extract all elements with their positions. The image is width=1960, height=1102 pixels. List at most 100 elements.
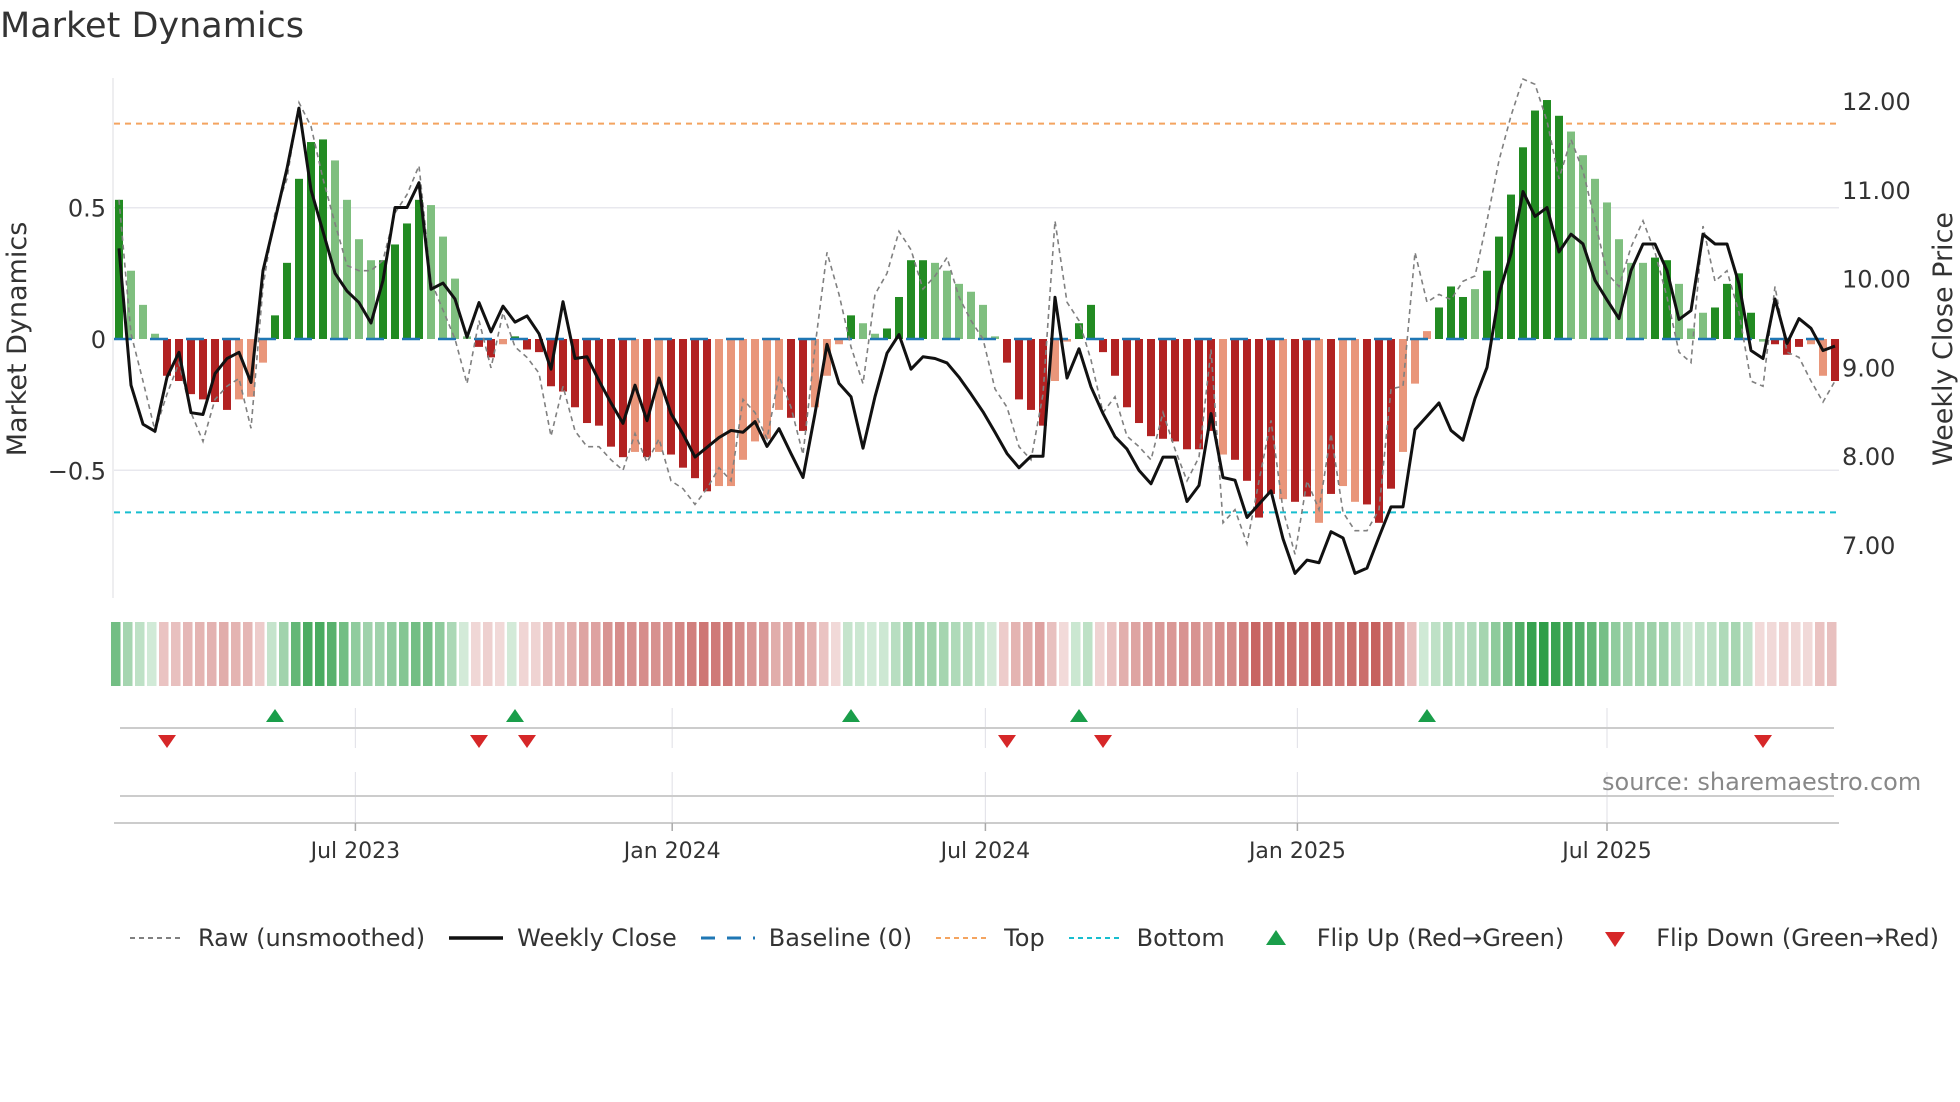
dynamics-bar xyxy=(799,339,807,431)
dynamics-bar xyxy=(1015,339,1023,400)
dynamics-bar xyxy=(523,339,531,350)
dynamics-bar xyxy=(139,304,147,339)
strip-cell xyxy=(327,622,337,686)
strip-cell xyxy=(1251,622,1261,686)
strip-cell xyxy=(819,622,829,686)
legend-swatch-raw-icon xyxy=(128,927,186,949)
strip-cell xyxy=(795,622,805,686)
strip-cell xyxy=(1131,622,1141,686)
strip-cell xyxy=(1503,622,1513,686)
strip-cell xyxy=(495,622,505,686)
dynamics-bar xyxy=(1339,339,1347,487)
strip-cell xyxy=(1491,622,1501,686)
strip-cell xyxy=(687,622,697,686)
strip-cell xyxy=(1539,622,1549,686)
strip-cell xyxy=(591,622,601,686)
strip-cell xyxy=(1119,622,1129,686)
dynamics-bar xyxy=(1363,339,1371,505)
strip-cell xyxy=(1059,622,1069,686)
dynamics-bar xyxy=(1303,339,1311,497)
dynamics-bar xyxy=(1699,312,1707,339)
dynamics-bar xyxy=(1795,339,1803,347)
y-axis-label: Market Dynamics xyxy=(2,222,33,457)
strip-cell xyxy=(1695,622,1705,686)
legend-swatch-baseline-icon xyxy=(699,927,757,949)
dynamics-bar xyxy=(367,260,375,339)
dynamics-bar xyxy=(1159,339,1167,439)
dynamics-bar xyxy=(1123,339,1131,408)
dynamics-bar xyxy=(1243,339,1251,481)
dynamics-bar xyxy=(355,239,363,339)
dynamics-bar xyxy=(403,223,411,339)
strip-cell xyxy=(1671,622,1681,686)
legend-label: Top xyxy=(1004,924,1045,952)
dynamics-bar xyxy=(1099,339,1107,353)
dynamics-bar xyxy=(955,283,963,339)
strip-cell xyxy=(1791,622,1801,686)
strip-cell xyxy=(975,622,985,686)
strip-cell xyxy=(1083,622,1093,686)
strip-cell xyxy=(567,622,577,686)
dynamics-bar xyxy=(1183,339,1191,450)
dynamics-bar xyxy=(1279,339,1287,500)
dynamics-bar xyxy=(499,339,507,345)
strip-cell xyxy=(807,622,817,686)
strip-cell xyxy=(315,622,325,686)
strip-cell xyxy=(855,622,865,686)
strip-cell xyxy=(159,622,169,686)
strip-cell xyxy=(615,622,625,686)
dynamics-bar xyxy=(1471,289,1479,339)
strip-cell xyxy=(627,622,637,686)
strip-cell xyxy=(903,622,913,686)
dynamics-bar xyxy=(931,262,939,339)
dynamics-bar xyxy=(1147,339,1155,437)
strip-cell xyxy=(1611,622,1621,686)
strip-cell xyxy=(1011,622,1021,686)
strip-cell xyxy=(1779,622,1789,686)
dynamics-bar xyxy=(223,339,231,410)
legend-item-flip-down: Flip Down (Green→Red) xyxy=(1586,924,1939,952)
dynamics-bar xyxy=(715,339,723,487)
strip-cell xyxy=(1383,622,1393,686)
strip-cell xyxy=(555,622,565,686)
strip-cell xyxy=(759,622,769,686)
dynamics-bar xyxy=(559,339,567,392)
strip-cell xyxy=(507,622,517,686)
flip-up-marker xyxy=(842,709,860,722)
dynamics-bar xyxy=(919,260,927,339)
strip-cell xyxy=(1827,622,1837,686)
dynamics-bar xyxy=(1027,339,1035,410)
strip-cell xyxy=(1563,622,1573,686)
strip-cell xyxy=(1287,622,1297,686)
flip-down-marker xyxy=(470,735,488,748)
y2-tick-label: 10.00 xyxy=(1842,266,1911,294)
strip-cell xyxy=(531,622,541,686)
dynamics-bar xyxy=(1519,147,1527,339)
strip-cell xyxy=(243,622,253,686)
legend-item-raw: Raw (unsmoothed) xyxy=(128,924,425,952)
dynamics-bar xyxy=(199,339,207,400)
dynamics-bar xyxy=(1723,283,1731,339)
strip-cell xyxy=(1347,622,1357,686)
strip-cell xyxy=(711,622,721,686)
dynamics-bar xyxy=(1531,110,1539,340)
dynamics-bar xyxy=(1351,339,1359,502)
dynamics-bar xyxy=(1135,339,1143,424)
y-tick-label: −0.5 xyxy=(48,457,106,485)
strip-cell xyxy=(1707,622,1717,686)
dynamics-bar xyxy=(1087,304,1095,339)
strip-cell xyxy=(1095,622,1105,686)
dynamics-bar xyxy=(1831,339,1839,382)
flip-down-marker xyxy=(1754,735,1772,748)
strip-cell xyxy=(183,622,193,686)
dynamics-bar xyxy=(1219,339,1227,455)
dynamics-bar xyxy=(1387,339,1395,489)
strip-cell xyxy=(1191,622,1201,686)
dynamics-bar xyxy=(1327,339,1335,494)
strip-cell xyxy=(879,622,889,686)
legend-swatch-flip-down-icon xyxy=(1586,927,1644,949)
strip-cell xyxy=(1659,622,1669,686)
y2-tick-label: 11.00 xyxy=(1842,177,1911,205)
strip-cell xyxy=(447,622,457,686)
strip-cell xyxy=(747,622,757,686)
